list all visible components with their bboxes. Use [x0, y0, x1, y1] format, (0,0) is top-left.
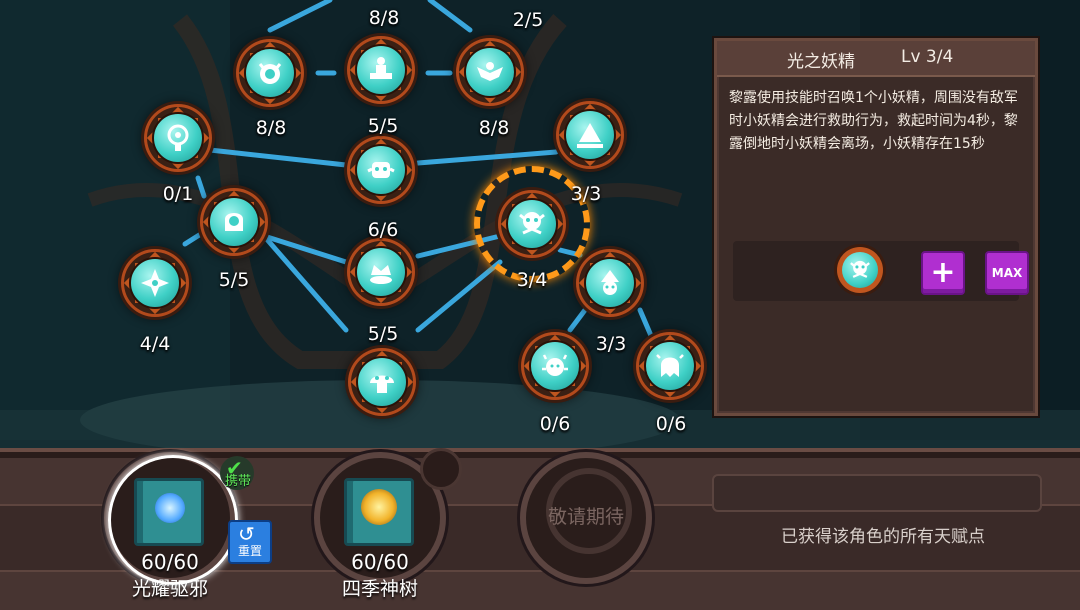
- talent-node-crown-sun[interactable]: [350, 241, 412, 303]
- locked-book-slot: 敬请期待: [520, 452, 652, 584]
- talent-node-sparkle-ghost[interactable]: [639, 335, 701, 397]
- tree-book-icon: [344, 478, 414, 546]
- hooded-figure-icon: [208, 196, 260, 248]
- talent-info-panel: 光之妖精 Lv 3/4 黎露使用技能时召唤1个小妖精，周围没有敌军时小妖精会进行…: [714, 38, 1038, 416]
- all-points-obtained-note: 已获得该角色的所有天赋点: [781, 527, 985, 547]
- triangle-shrine-icon: [564, 109, 616, 161]
- fountain-icon: [355, 44, 407, 96]
- talent-name: 光之妖精: [787, 52, 855, 72]
- talent-node-mushroom[interactable]: [351, 351, 413, 413]
- node-level: 3/4: [516, 269, 548, 291]
- talent-node-hooded-figure[interactable]: [203, 191, 265, 253]
- selected-talent-icon: [837, 247, 883, 293]
- panel-header: 光之妖精 Lv 3/4: [717, 41, 1035, 77]
- book-points: 60/60: [351, 550, 409, 574]
- node-level: 0/6: [539, 413, 571, 435]
- spiral-eye-icon: [152, 112, 204, 164]
- carry-label: 携带: [224, 474, 251, 489]
- talent-node-spiral-eye[interactable]: [147, 107, 209, 169]
- forest-sprite-icon: [584, 257, 636, 309]
- node-level: 3/3: [570, 183, 602, 205]
- talent-node-sparkle-sprite[interactable]: [524, 335, 586, 397]
- node-level: 5/5: [367, 115, 399, 137]
- add-point-button[interactable]: +: [921, 251, 965, 295]
- horned-helmet-icon: [244, 47, 296, 99]
- talent-node-eagle[interactable]: [459, 41, 521, 103]
- robot-face-icon: [355, 144, 407, 196]
- talent-node-horned-helmet[interactable]: [239, 42, 301, 104]
- mushroom-icon: [356, 356, 408, 408]
- node-level: 8/8: [478, 117, 510, 139]
- node-level: 5/5: [218, 269, 250, 291]
- node-level: 2/5: [512, 9, 544, 31]
- ghost-fairy-icon: [842, 252, 878, 288]
- coming-soon-label: 敬请期待: [547, 506, 624, 528]
- equipped-highlight-ring: [108, 455, 238, 585]
- slot-indicator-dot: [420, 448, 462, 490]
- node-level: 8/8: [368, 7, 400, 29]
- node-level: 8/8: [255, 117, 287, 139]
- talent-node-fairy-of-light[interactable]: [501, 193, 563, 255]
- talent-node-robot-face[interactable]: [350, 139, 412, 201]
- talent-level: Lv 3/4: [901, 47, 954, 67]
- ghost-fairy-icon: [506, 198, 558, 250]
- node-level: 0/1: [162, 183, 194, 205]
- carry-badge: ✔ 携带: [220, 456, 254, 490]
- talent-node-forest-sprite[interactable]: [579, 252, 641, 314]
- reset-label: 重置: [237, 544, 262, 558]
- sparkle-ghost-icon: [644, 340, 696, 392]
- max-level-button[interactable]: MAX: [985, 251, 1029, 295]
- node-level: 4/4: [139, 333, 171, 355]
- bottom-right-frame: [712, 474, 1042, 512]
- talent-node-triangle-shrine[interactable]: [559, 104, 621, 166]
- compass-star-icon: [129, 257, 181, 309]
- upgrade-row: + MAX: [733, 241, 1029, 301]
- talent-node-fountain[interactable]: [350, 39, 412, 101]
- node-level: 3/3: [595, 333, 627, 355]
- node-level: 6/6: [367, 219, 399, 241]
- node-level: 0/6: [655, 413, 687, 435]
- book-name: 四季神树: [341, 578, 418, 600]
- reset-button[interactable]: ↺ 重置: [228, 520, 272, 564]
- eagle-icon: [464, 46, 516, 98]
- talent-description: 黎露使用技能时召唤1个小妖精，周围没有敌军时小妖精会进行救助行为，救起时间为4秒…: [729, 90, 1018, 152]
- sparkle-sprite-icon: [529, 340, 581, 392]
- talent-node-compass-star[interactable]: [124, 252, 186, 314]
- node-level: 5/5: [367, 323, 399, 345]
- crown-sun-icon: [355, 246, 407, 298]
